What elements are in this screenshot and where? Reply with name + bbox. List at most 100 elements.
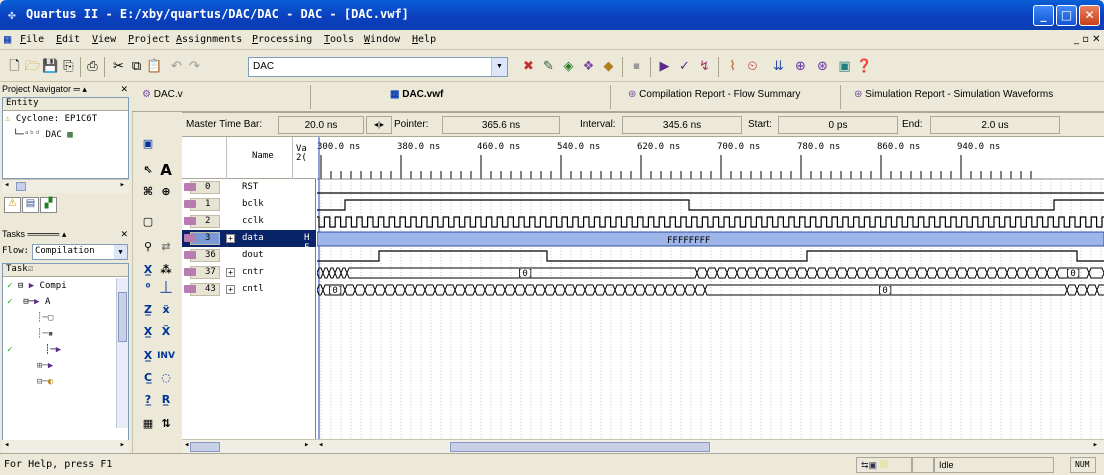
find-icon[interactable]: ⚲ <box>139 238 157 256</box>
inv-icon[interactable]: INV <box>157 347 175 365</box>
dont-care-icon[interactable]: X̃ <box>157 323 175 341</box>
design-partition-icon[interactable]: ◆ <box>600 58 617 75</box>
analysis-icon[interactable]: ✓ <box>676 58 693 75</box>
close-icon[interactable]: ✕ <box>120 229 128 240</box>
close-button[interactable]: ✕ <box>1079 5 1100 26</box>
chevron-down-icon[interactable]: ▼ <box>491 58 507 76</box>
expand-icon[interactable]: + <box>226 268 235 277</box>
text-tool-icon[interactable]: A <box>157 161 175 179</box>
task-compile[interactable]: ✓ ⊟ ▶ Compi <box>7 281 67 291</box>
paste-icon[interactable]: 📋 <box>146 58 163 75</box>
megawizard-icon[interactable]: ▣ <box>836 58 853 75</box>
open-icon[interactable]: 🗁 <box>24 58 41 75</box>
minimize-button[interactable]: _ <box>1033 5 1054 26</box>
stop-icon[interactable]: ⏹ <box>628 58 645 75</box>
waveform-editing-icon[interactable]: ⌘ <box>139 183 157 201</box>
scroll-right-icon[interactable]: ▸ <box>304 440 309 450</box>
fullscreen-icon[interactable]: ▢ <box>139 213 157 231</box>
chip-planner-icon[interactable]: ❖ <box>580 58 597 75</box>
weak-high-icon[interactable]: X̲ <box>139 323 157 341</box>
menu-assignments[interactable]: Assignments <box>176 34 242 45</box>
high-impedance-icon[interactable]: Z̲ <box>139 301 157 319</box>
master-time-value[interactable]: 20.0 ns <box>278 116 364 134</box>
selection-tool-icon[interactable]: ⇖ <box>139 161 157 179</box>
pin-tool-icon[interactable]: ▣ <box>139 135 157 153</box>
uninitialized-icon[interactable]: X̲ <box>139 261 157 279</box>
mdi-controls[interactable]: _ ▫ ✕ <box>1074 34 1101 45</box>
waveform-canvas[interactable]: 300.0 ns 380.0 ns 460.0 ns 540.0 ns 620.0 ns… <box>317 137 1104 439</box>
unknown-icon[interactable]: ⁂ <box>157 261 175 279</box>
tab-dac-vwf[interactable]: ▦ DAC.vwf <box>390 89 443 109</box>
redo-icon[interactable]: ↷ <box>186 58 203 75</box>
count-value-icon[interactable]: C̲ <box>139 369 157 387</box>
menu-tools[interactable]: Tools <box>324 34 354 45</box>
tasks-hscroll[interactable]: ◂ ▸ <box>2 440 129 453</box>
tab-compilation-report[interactable]: ⊛ Compilation Report - Flow Summary <box>628 89 800 109</box>
project-navigator-tree[interactable]: Entity ⚠ Cyclone: EP1C6T └─ᵃᵇᵈ DAC ▦ <box>2 97 129 179</box>
assignment-editor-icon[interactable]: ✎ <box>540 58 557 75</box>
signal-row-bclk[interactable]: 1 bclk <box>182 196 316 213</box>
flow-select[interactable]: Compilation ▼ <box>32 244 128 260</box>
project-combo[interactable]: DAC ▼ <box>248 57 508 77</box>
maximize-button[interactable]: □ <box>1056 5 1077 26</box>
sort-icon[interactable]: ⇅ <box>157 415 175 433</box>
task-analysis[interactable]: ✓ ⊟─▶ A <box>7 297 50 307</box>
expand-icon[interactable]: + <box>226 234 235 243</box>
help-icon[interactable]: ❓ <box>856 58 873 75</box>
zoom-tool-icon[interactable]: ⊕ <box>157 183 175 201</box>
menu-file[interactable]: File <box>20 34 44 45</box>
waveform-area[interactable]: 300.0 ns 380.0 ns 460.0 ns 540.0 ns 620.0 ns… <box>317 137 1104 439</box>
files-tab-icon[interactable]: ▤ <box>22 197 39 213</box>
scroll-right-icon[interactable]: ▸ <box>1093 440 1098 450</box>
scroll-left-icon[interactable]: ◂ <box>184 440 189 450</box>
settings-icon[interactable]: ✖ <box>520 58 537 75</box>
navigator-scrollbar[interactable]: ◂ ▸ <box>2 179 129 193</box>
expand-icon[interactable]: + <box>226 285 235 294</box>
save-icon[interactable]: 💾 <box>42 58 59 75</box>
menu-processing[interactable]: Processing <box>252 34 312 45</box>
signal-row-data[interactable]: 3 + data H F <box>182 230 316 253</box>
tab-dac-v[interactable]: ⚙ DAC.v <box>142 89 183 109</box>
signal-row-dout[interactable]: 36 dout <box>182 247 316 264</box>
waveform-scrollbar[interactable]: ◂ ▸ ◂ ▸ <box>182 439 1104 454</box>
timing-icon[interactable]: ↯ <box>696 58 713 75</box>
overwrite-clock-icon[interactable]: ◌ <box>157 369 175 387</box>
forcing-low-icon[interactable]: ⁰ <box>139 279 157 297</box>
close-icon[interactable]: ✕ <box>120 84 128 95</box>
forcing-high-icon[interactable]: ⏊ <box>157 279 175 297</box>
signal-row-cntl[interactable]: 43 + cntl <box>182 281 316 298</box>
weak-low-icon[interactable]: ẍ <box>157 301 175 319</box>
invert-icon[interactable]: X̲ <box>139 347 157 365</box>
pointer-nav-buttons[interactable]: ◂|▸ <box>366 116 392 134</box>
programmer-icon[interactable]: ⇊ <box>770 58 787 75</box>
random-value-icon[interactable]: R̲ <box>157 391 175 409</box>
entity-item[interactable]: └─ᵃᵇᵈ DAC ▦ <box>13 130 73 140</box>
tasks-scrollbar[interactable] <box>116 278 128 428</box>
new-icon[interactable]: 🗋 <box>6 58 23 75</box>
scroll-left-icon[interactable]: ◂ <box>318 440 323 450</box>
save-all-icon[interactable]: ⎘ <box>60 58 77 75</box>
netlist-icon[interactable]: ⊛ <box>814 58 831 75</box>
hierarchy-tab-icon[interactable]: ⚠ <box>4 197 21 213</box>
undo-icon[interactable]: ↶ <box>168 58 185 75</box>
signal-row-RST[interactable]: 0 RST <box>182 179 316 196</box>
snap-to-grid-icon[interactable]: ▦ <box>139 415 157 433</box>
menu-edit[interactable]: Edit <box>56 34 80 45</box>
device-item[interactable]: ⚠ Cyclone: EP1C6T <box>5 114 97 124</box>
arbitrary-value-icon[interactable]: ?̲ <box>139 391 157 409</box>
rtl-viewer-icon[interactable]: ⊕ <box>792 58 809 75</box>
simulation-icon[interactable]: ⌇ <box>724 58 741 75</box>
tab-simulation-report[interactable]: ⊛ Simulation Report - Simulation Wavefor… <box>854 89 1053 109</box>
cut-icon[interactable]: ✂ <box>110 58 127 75</box>
start-compilation-icon[interactable]: ▶ <box>656 58 673 75</box>
copy-icon[interactable]: ⧉ <box>128 58 145 75</box>
design-units-tab-icon[interactable]: ▞ <box>40 197 57 213</box>
signal-row-cclk[interactable]: 2 cclk <box>182 213 316 230</box>
menu-project[interactable]: Project <box>128 34 170 45</box>
print-icon[interactable]: ⎙ <box>84 58 101 75</box>
menu-view[interactable]: View <box>92 34 116 45</box>
tasks-tree[interactable]: Task☑ ✓ ⊟ ▶ Compi ✓ ⊟─▶ A ┊─▢ ┊─▪ ✓ ┊─▶ … <box>2 263 129 441</box>
pin-planner-icon[interactable]: ◈ <box>560 58 577 75</box>
menu-window[interactable]: Window <box>364 34 400 45</box>
menu-help[interactable]: Help <box>412 34 436 45</box>
